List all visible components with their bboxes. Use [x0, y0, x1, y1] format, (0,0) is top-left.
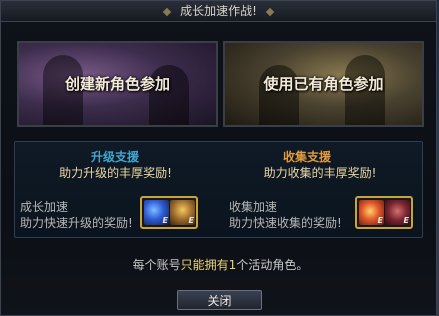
create-new-character-button[interactable]: 创建新角色参加: [17, 41, 218, 127]
growth-boost-desc: 助力快速升级的奖励!: [20, 216, 133, 230]
notice-prefix: 每个账号: [132, 258, 181, 272]
collect-support-subtitle: 助力收集的丰厚奖励!: [263, 166, 377, 180]
create-new-character-label: 创建新角色参加: [64, 75, 170, 93]
level-reward-icons: E E: [140, 196, 198, 229]
growth-boost-label: 成长加速: [20, 200, 69, 214]
notice-highlight: 只能拥有1: [180, 258, 237, 272]
title-ornament-right: [265, 7, 274, 16]
use-existing-character-button[interactable]: 使用已有角色参加: [223, 41, 424, 127]
e-badge: E: [403, 216, 409, 225]
collect-reward-icons: E E: [355, 196, 413, 229]
level-support-subtitle: 助力升级的丰厚奖励!: [59, 166, 172, 180]
collect-support-title: 收集支援: [282, 150, 331, 164]
fire-orb-icon[interactable]: E: [359, 200, 384, 225]
collect-boost-desc: 助力快速收集的奖励!: [229, 216, 342, 230]
dialog-title: 成长加速作战!: [180, 4, 257, 18]
e-badge: E: [377, 216, 383, 225]
title-ornament-left: [163, 7, 172, 16]
support-info-panel: 升级支援 助力升级的丰厚奖励! 成长加速 助力快速升级的奖励! E E 收集支援…: [14, 141, 423, 238]
use-existing-character-label: 使用已有角色参加: [263, 75, 384, 93]
e-badge: E: [188, 216, 194, 225]
character-silhouette-art: [259, 65, 299, 125]
golden-warrior-icon[interactable]: E: [170, 200, 195, 225]
character-silhouette-art: [149, 65, 189, 125]
growth-event-dialog: 成长加速作战! 创建新角色参加 使用已有角色参加 升级支援 助力升级的丰厚奖励!…: [0, 0, 437, 316]
level-support-title: 升级支援: [90, 150, 139, 164]
dragon-orb-icon[interactable]: E: [144, 200, 169, 225]
collect-boost-label: 收集加速: [229, 200, 278, 214]
e-badge: E: [162, 216, 168, 225]
crimson-beast-icon[interactable]: E: [385, 200, 410, 225]
close-button[interactable]: 关闭: [177, 290, 262, 310]
dialog-title-bar: 成长加速作战!: [1, 1, 436, 22]
notice-suffix: 个活动角色。: [236, 258, 309, 272]
account-limit-notice: 每个账号只能拥有1个活动角色。: [1, 256, 439, 273]
